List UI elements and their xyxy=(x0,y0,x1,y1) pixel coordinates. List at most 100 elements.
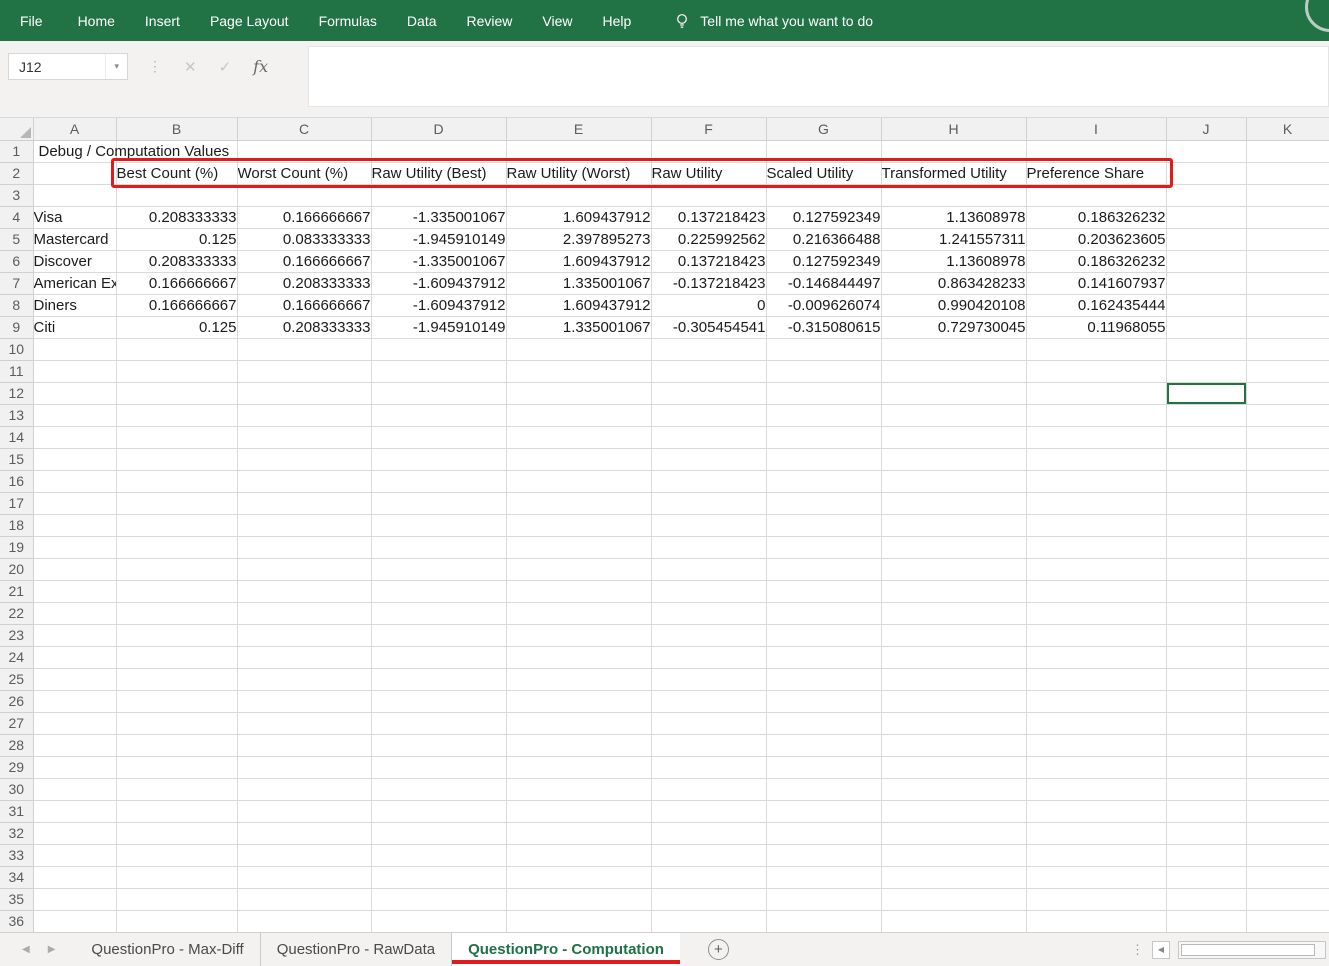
cell-J31[interactable] xyxy=(1166,800,1246,822)
cell-F36[interactable] xyxy=(651,910,766,932)
cell-A31[interactable] xyxy=(33,800,116,822)
cell-D13[interactable] xyxy=(371,404,506,426)
cell-A13[interactable] xyxy=(33,404,116,426)
cell-F26[interactable] xyxy=(651,690,766,712)
cell-D29[interactable] xyxy=(371,756,506,778)
cell-H7[interactable]: 0.863428233 xyxy=(881,272,1026,294)
more-dots-icon[interactable]: ⋮ xyxy=(1131,942,1144,958)
cell-K31[interactable] xyxy=(1246,800,1329,822)
cell-H28[interactable] xyxy=(881,734,1026,756)
row-header-7[interactable]: 7 xyxy=(0,272,33,294)
cell-D32[interactable] xyxy=(371,822,506,844)
row-header-35[interactable]: 35 xyxy=(0,888,33,910)
cell-G19[interactable] xyxy=(766,536,881,558)
cell-C26[interactable] xyxy=(237,690,371,712)
cell-C25[interactable] xyxy=(237,668,371,690)
cell-G25[interactable] xyxy=(766,668,881,690)
cell-D31[interactable] xyxy=(371,800,506,822)
cell-C6[interactable]: 0.166666667 xyxy=(237,250,371,272)
cell-C34[interactable] xyxy=(237,866,371,888)
cell-D3[interactable] xyxy=(371,184,506,206)
cell-J22[interactable] xyxy=(1166,602,1246,624)
row-header-34[interactable]: 34 xyxy=(0,866,33,888)
cell-G29[interactable] xyxy=(766,756,881,778)
cell-F27[interactable] xyxy=(651,712,766,734)
cell-J14[interactable] xyxy=(1166,426,1246,448)
cell-F34[interactable] xyxy=(651,866,766,888)
cell-H9[interactable]: 0.729730045 xyxy=(881,316,1026,338)
row-header-19[interactable]: 19 xyxy=(0,536,33,558)
row-header-27[interactable]: 27 xyxy=(0,712,33,734)
cell-G31[interactable] xyxy=(766,800,881,822)
cell-C22[interactable] xyxy=(237,602,371,624)
cell-F24[interactable] xyxy=(651,646,766,668)
cell-H5[interactable]: 1.241557311 xyxy=(881,228,1026,250)
cell-I21[interactable] xyxy=(1026,580,1166,602)
cell-K15[interactable] xyxy=(1246,448,1329,470)
cell-H18[interactable] xyxy=(881,514,1026,536)
cell-C1[interactable] xyxy=(237,140,371,162)
cell-K14[interactable] xyxy=(1246,426,1329,448)
cell-H33[interactable] xyxy=(881,844,1026,866)
cell-G20[interactable] xyxy=(766,558,881,580)
column-header-I[interactable]: I xyxy=(1026,118,1166,140)
cell-G27[interactable] xyxy=(766,712,881,734)
cell-G16[interactable] xyxy=(766,470,881,492)
cell-F35[interactable] xyxy=(651,888,766,910)
cell-F33[interactable] xyxy=(651,844,766,866)
cell-C15[interactable] xyxy=(237,448,371,470)
cell-A36[interactable] xyxy=(33,910,116,932)
insert-function-icon[interactable]: fx xyxy=(253,57,268,76)
cell-I29[interactable] xyxy=(1026,756,1166,778)
row-header-17[interactable]: 17 xyxy=(0,492,33,514)
cell-E7[interactable]: 1.335001067 xyxy=(506,272,651,294)
cell-D12[interactable] xyxy=(371,382,506,404)
cell-H1[interactable] xyxy=(881,140,1026,162)
cell-A16[interactable] xyxy=(33,470,116,492)
cell-H31[interactable] xyxy=(881,800,1026,822)
cell-D15[interactable] xyxy=(371,448,506,470)
row-header-6[interactable]: 6 xyxy=(0,250,33,272)
cell-F16[interactable] xyxy=(651,470,766,492)
cell-E26[interactable] xyxy=(506,690,651,712)
cell-I26[interactable] xyxy=(1026,690,1166,712)
cell-G28[interactable] xyxy=(766,734,881,756)
row-header-16[interactable]: 16 xyxy=(0,470,33,492)
cell-I8[interactable]: 0.162435444 xyxy=(1026,294,1166,316)
cell-B22[interactable] xyxy=(116,602,237,624)
cell-K8[interactable] xyxy=(1246,294,1329,316)
cell-E19[interactable] xyxy=(506,536,651,558)
cell-H36[interactable] xyxy=(881,910,1026,932)
cell-B34[interactable] xyxy=(116,866,237,888)
cell-F20[interactable] xyxy=(651,558,766,580)
ribbon-tab-help[interactable]: Help xyxy=(588,0,647,41)
cell-G21[interactable] xyxy=(766,580,881,602)
cell-H6[interactable]: 1.13608978 xyxy=(881,250,1026,272)
cell-H17[interactable] xyxy=(881,492,1026,514)
cell-J30[interactable] xyxy=(1166,778,1246,800)
cell-B30[interactable] xyxy=(116,778,237,800)
cell-I23[interactable] xyxy=(1026,624,1166,646)
column-header-E[interactable]: E xyxy=(506,118,651,140)
sheet-tab-2[interactable]: QuestionPro - RawData xyxy=(260,933,451,966)
cell-C4[interactable]: 0.166666667 xyxy=(237,206,371,228)
cell-H8[interactable]: 0.990420108 xyxy=(881,294,1026,316)
cell-A15[interactable] xyxy=(33,448,116,470)
ribbon-tab-data[interactable]: Data xyxy=(392,0,452,41)
cell-D34[interactable] xyxy=(371,866,506,888)
cell-C36[interactable] xyxy=(237,910,371,932)
cell-D9[interactable]: -1.945910149 xyxy=(371,316,506,338)
cell-E31[interactable] xyxy=(506,800,651,822)
ribbon-tab-review[interactable]: Review xyxy=(452,0,528,41)
cell-K1[interactable] xyxy=(1246,140,1329,162)
cell-F8[interactable]: 0 xyxy=(651,294,766,316)
cell-B23[interactable] xyxy=(116,624,237,646)
row-header-8[interactable]: 8 xyxy=(0,294,33,316)
cell-G4[interactable]: 0.127592349 xyxy=(766,206,881,228)
column-header-A[interactable]: A xyxy=(33,118,116,140)
cell-A3[interactable] xyxy=(33,184,116,206)
cell-D33[interactable] xyxy=(371,844,506,866)
cell-C30[interactable] xyxy=(237,778,371,800)
cell-H20[interactable] xyxy=(881,558,1026,580)
cell-B36[interactable] xyxy=(116,910,237,932)
